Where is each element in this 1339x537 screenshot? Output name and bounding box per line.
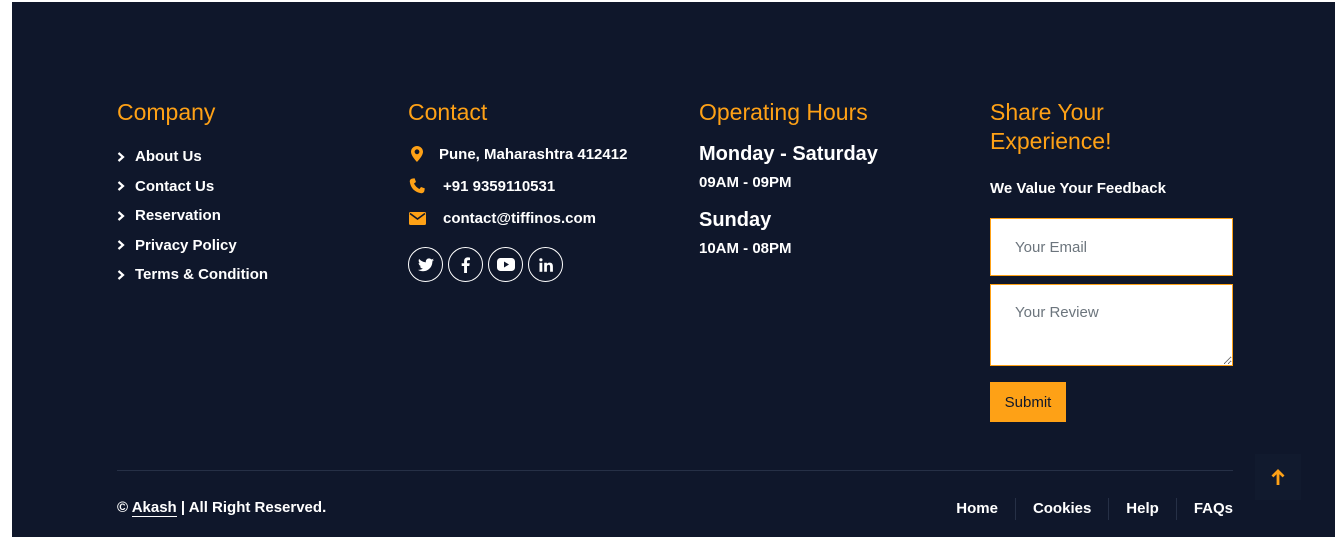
feedback-review-textarea[interactable] xyxy=(990,284,1233,366)
link-contact-us[interactable]: Contact Us xyxy=(117,172,377,202)
footer-menu: Home Cookies Help FAQs xyxy=(939,498,1233,520)
footer-link-help[interactable]: Help xyxy=(1109,498,1177,520)
email-text: contact@tiffinos.com xyxy=(443,209,596,227)
contact-email: contact@tiffinos.com xyxy=(408,202,678,234)
company-links: About Us Contact Us Reservation Privacy … xyxy=(117,142,377,290)
hours-title: Operating Hours xyxy=(699,99,868,125)
company-column: Company About Us Contact Us Reservation … xyxy=(117,98,377,290)
feedback-subtitle: We Value Your Feedback xyxy=(990,180,1166,197)
back-to-top-button[interactable] xyxy=(1255,454,1301,500)
link-privacy-policy[interactable]: Privacy Policy xyxy=(117,231,377,261)
chevron-right-icon xyxy=(117,240,125,251)
link-label: Terms & Condition xyxy=(135,266,269,284)
facebook-link[interactable] xyxy=(448,247,483,282)
arrow-up-icon xyxy=(1271,469,1285,485)
feedback-email-input[interactable] xyxy=(990,218,1233,276)
chevron-right-icon xyxy=(117,151,125,162)
contact-title: Contact xyxy=(408,99,488,125)
linkedin-icon xyxy=(538,257,553,272)
submit-button[interactable]: Submit xyxy=(990,382,1066,422)
link-terms-condition[interactable]: Terms & Condition xyxy=(117,260,377,290)
link-label: Contact Us xyxy=(135,177,215,195)
twitter-link[interactable] xyxy=(408,247,443,282)
youtube-link[interactable] xyxy=(488,247,523,282)
link-label: About Us xyxy=(135,148,202,166)
twitter-icon xyxy=(417,257,434,271)
phone-icon xyxy=(408,178,426,194)
link-label: Privacy Policy xyxy=(135,236,237,254)
chevron-right-icon xyxy=(117,210,125,221)
link-about-us[interactable]: About Us xyxy=(117,142,377,172)
chevron-right-icon xyxy=(117,269,125,280)
contact-phone: +91 9359110531 xyxy=(408,170,678,202)
contact-column: Contact Pune, Maharashtra 412412 +91 935… xyxy=(408,98,678,282)
social-links xyxy=(408,247,678,282)
address-text: Pune, Maharashtra 412412 xyxy=(439,145,628,163)
weekday-label: Monday - Saturday xyxy=(699,143,878,165)
link-label: Reservation xyxy=(135,207,221,225)
chevron-right-icon xyxy=(117,181,125,192)
feedback-title: Share Your Experience! xyxy=(990,99,1112,154)
footer-link-cookies[interactable]: Cookies xyxy=(1016,498,1110,520)
feedback-column: Share Your Experience! We Value Your Fee… xyxy=(990,98,1235,422)
contact-address: Pune, Maharashtra 412412 xyxy=(408,138,678,170)
copyright: © Akash | All Right Reserved. xyxy=(117,499,327,517)
link-reservation[interactable]: Reservation xyxy=(117,201,377,231)
phone-text: +91 9359110531 xyxy=(443,177,556,195)
copyright-symbol: © xyxy=(117,499,129,516)
footer-divider xyxy=(117,470,1233,471)
envelope-icon xyxy=(408,210,426,226)
footer: Company About Us Contact Us Reservation … xyxy=(12,2,1335,537)
footer-link-home[interactable]: Home xyxy=(939,498,1016,520)
linkedin-link[interactable] xyxy=(528,247,563,282)
sunday-time: 10AM - 08PM xyxy=(699,240,792,257)
weekday-time: 09AM - 09PM xyxy=(699,174,792,191)
hours-column: Operating Hours Monday - Saturday 09AM -… xyxy=(699,98,969,259)
footer-link-faqs[interactable]: FAQs xyxy=(1177,498,1233,520)
author-link[interactable]: Akash xyxy=(131,499,177,517)
company-title: Company xyxy=(117,99,216,125)
contact-list: Pune, Maharashtra 412412 +91 9359110531 … xyxy=(408,138,678,234)
youtube-icon xyxy=(496,258,515,271)
sunday-label: Sunday xyxy=(699,209,772,231)
map-marker-icon xyxy=(408,146,426,162)
rights-text: | All Right Reserved. xyxy=(180,499,327,516)
facebook-icon xyxy=(461,256,470,273)
